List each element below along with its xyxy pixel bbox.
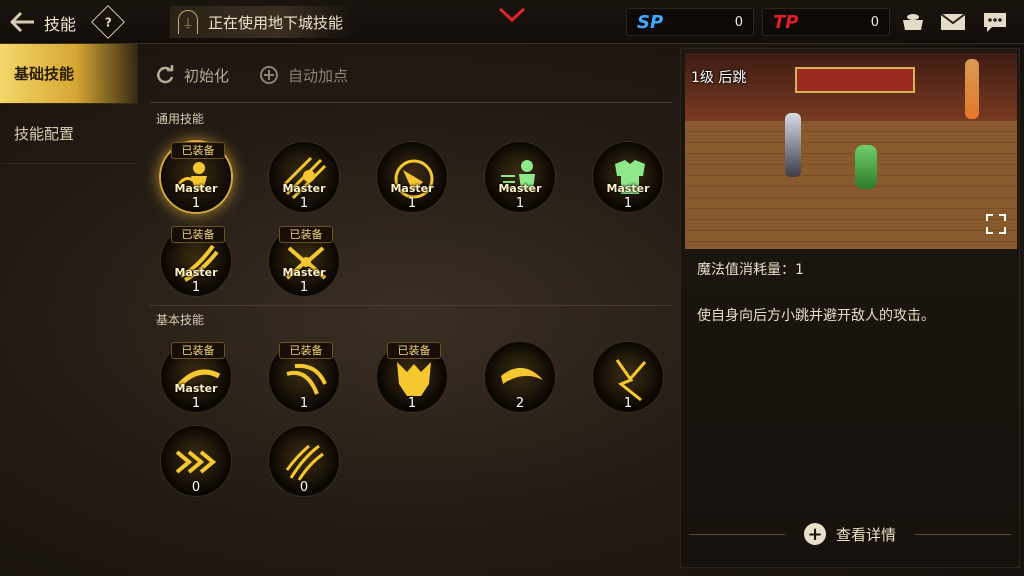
skill-slot-common-4[interactable]: Master 1	[485, 142, 555, 212]
reset-button[interactable]: 初始化	[154, 64, 229, 86]
master-label: Master	[282, 182, 326, 195]
skill-level: 1	[191, 196, 201, 211]
tp-value: 0	[870, 15, 879, 30]
detail-footer: + 查看详情	[689, 519, 1011, 549]
auto-plus-icon	[258, 64, 280, 86]
view-details-button[interactable]: + 查看详情	[803, 523, 896, 545]
skill-level: 1	[299, 280, 309, 295]
reset-label: 初始化	[184, 66, 230, 85]
sp-value: 0	[734, 15, 743, 30]
skill-slot-common-5[interactable]: Master 1	[593, 142, 663, 212]
skill-slot-common-1[interactable]: 已装备 Master 1	[161, 142, 231, 212]
master-label: Master	[282, 266, 326, 279]
skill-level: 0	[299, 480, 309, 495]
mail-icon	[940, 13, 966, 30]
equipped-badge: 已装备	[171, 226, 225, 243]
skill-slot-basic-7[interactable]: 0	[269, 426, 339, 496]
preview-rug	[795, 67, 915, 93]
skill-level: 0	[191, 480, 201, 495]
skill-slot-basic-4[interactable]: 2	[485, 342, 555, 412]
skill-description: 使自身向后方小跳并避开敌人的攻击。	[697, 308, 935, 324]
sp-counter: SP 0	[626, 8, 754, 36]
sidebar-item-basic-skills[interactable]: 基础技能	[0, 44, 138, 104]
top-bar: 技能 ? ⍊ 正在使用地下城技能 SP 0 TP 0	[0, 0, 1024, 44]
skill-level: 2	[515, 396, 525, 411]
preview-player-character	[785, 113, 801, 177]
dungeon-gate-icon: ⍊	[178, 10, 198, 34]
chevron-down-icon	[498, 7, 526, 23]
preview-floor	[685, 121, 1017, 249]
footer-line-right	[915, 534, 1011, 535]
page-title: 技能	[44, 15, 77, 34]
equipped-badge: 已装备	[171, 342, 225, 359]
dungeon-banner-text: 正在使用地下城技能	[208, 13, 344, 32]
equipped-badge: 已装备	[279, 226, 333, 243]
sidebar: 基础技能 技能配置	[0, 44, 138, 576]
section-label-basic: 基本技能	[156, 313, 205, 327]
back-button[interactable]	[8, 8, 38, 36]
skill-slot-basic-2[interactable]: 已装备 1	[269, 342, 339, 412]
chat-button[interactable]	[980, 8, 1010, 36]
back-arrow-icon	[10, 11, 34, 33]
section-label-common: 通用技能	[156, 112, 205, 126]
master-label: Master	[498, 182, 542, 195]
divider	[150, 305, 672, 306]
skill-level: 1	[515, 196, 525, 211]
master-label: Master	[174, 382, 218, 395]
help-icon: ?	[104, 15, 112, 29]
inventory-button[interactable]	[898, 8, 928, 36]
master-label: Master	[174, 182, 218, 195]
skill-level: 1	[299, 396, 309, 411]
refresh-icon	[154, 64, 176, 86]
skill-slot-common-7[interactable]: 已装备 Master 1	[269, 226, 339, 296]
equipped-badge: 已装备	[279, 342, 333, 359]
tp-counter: TP 0	[762, 8, 890, 36]
dungeon-skill-banner[interactable]: ⍊ 正在使用地下城技能	[170, 6, 354, 38]
skill-slot-common-2[interactable]: Master 1	[269, 142, 339, 212]
pot-icon	[903, 14, 923, 30]
master-label: Master	[390, 182, 434, 195]
skill-slot-basic-6[interactable]: 0	[161, 426, 231, 496]
skill-slot-basic-3[interactable]: 已装备 1	[377, 342, 447, 412]
sidebar-item-skill-config[interactable]: 技能配置	[0, 104, 138, 164]
equipped-badge: 已装备	[387, 342, 441, 359]
skill-slot-basic-1[interactable]: 已装备 Master 1	[161, 342, 231, 412]
equipped-badge: 已装备	[171, 142, 225, 159]
footer-line-left	[689, 534, 785, 535]
sp-label: SP	[637, 12, 664, 33]
plus-icon: +	[803, 523, 826, 545]
preview-skill-name: 1级 后跳	[691, 70, 747, 86]
skill-slot-common-3[interactable]: Master 1	[377, 142, 447, 212]
skill-level: 1	[191, 396, 201, 411]
chat-bubble-icon	[984, 13, 1006, 32]
mail-button[interactable]	[938, 8, 968, 36]
skill-slot-basic-5[interactable]: 1	[593, 342, 663, 412]
skill-level: 1	[623, 196, 633, 211]
divider	[150, 102, 672, 103]
master-label: Master	[174, 266, 218, 279]
skill-level: 1	[299, 196, 309, 211]
mp-cost-text: 魔法值消耗量：1	[697, 262, 804, 278]
skill-detail-panel: 1级 后跳 魔法值消耗量：1 使自身向后方小跳并避开敌人的攻击。 + 查看详情	[680, 48, 1020, 568]
auto-add-button[interactable]: 自动加点	[258, 64, 348, 86]
auto-add-label: 自动加点	[288, 66, 349, 85]
fullscreen-icon[interactable]	[985, 213, 1007, 235]
preview-npc	[965, 59, 979, 119]
help-button[interactable]: ?	[91, 5, 125, 39]
tp-label: TP	[773, 12, 799, 33]
master-label: Master	[606, 182, 650, 195]
view-details-label: 查看详情	[835, 525, 896, 544]
preview-goblin	[855, 145, 877, 189]
skill-level: 1	[623, 396, 633, 411]
collapse-toggle[interactable]	[496, 4, 528, 26]
skill-level: 1	[407, 196, 417, 211]
skill-slot-common-6[interactable]: 已装备 Master 1	[161, 226, 231, 296]
skill-level: 1	[191, 280, 201, 295]
skill-level: 1	[407, 396, 417, 411]
skill-preview-video[interactable]: 1级 后跳	[685, 53, 1017, 249]
